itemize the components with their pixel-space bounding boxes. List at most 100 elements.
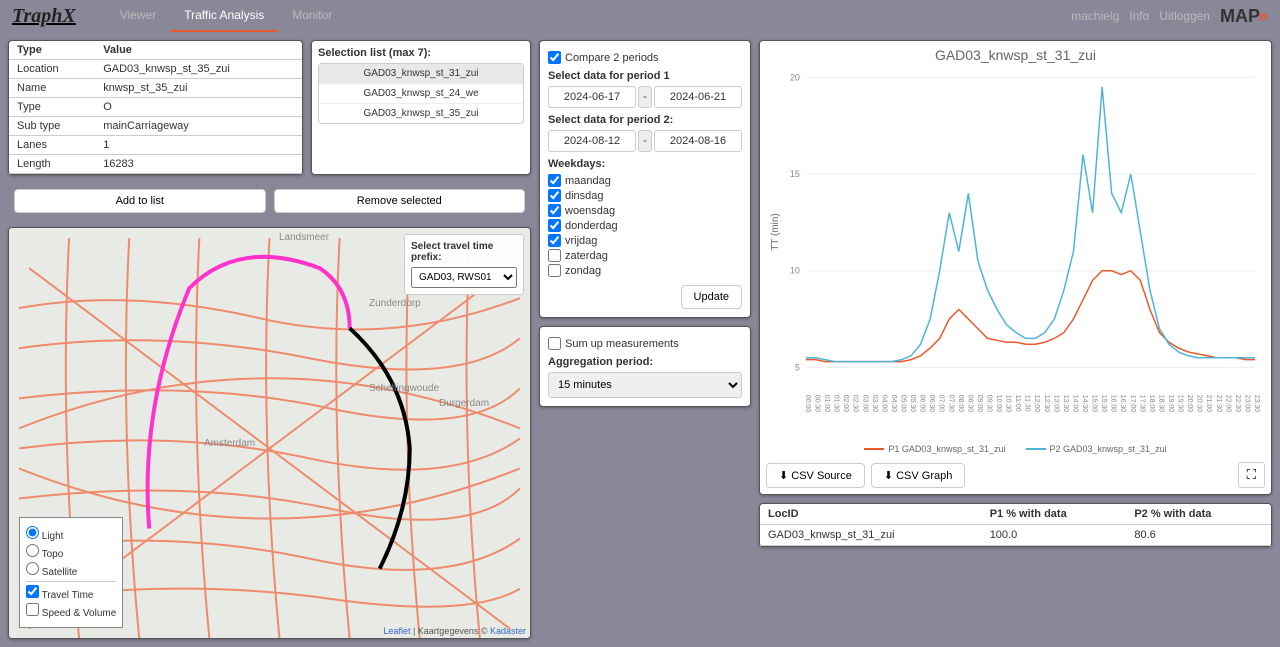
svg-text:05:00: 05:00 <box>899 395 906 413</box>
data-row: GAD03_knwsp_st_31_zui100.080.6 <box>760 525 1271 546</box>
period2-to[interactable]: 2024-08-16 <box>654 130 742 152</box>
svg-text:04:00: 04:00 <box>880 395 887 413</box>
svg-text:18:30: 18:30 <box>1157 395 1164 413</box>
svg-text:14:00: 14:00 <box>1071 395 1078 413</box>
svg-text:07:30: 07:30 <box>947 395 954 413</box>
overlay-speed-&-volume[interactable]: Speed & Volume <box>26 603 116 619</box>
weekday-donderdag[interactable]: donderdag <box>548 219 742 232</box>
svg-text:17:30: 17:30 <box>1138 395 1145 413</box>
selection-list: GAD03_knwsp_st_31_zuiGAD03_knwsp_st_24_w… <box>318 63 524 124</box>
layer-control: Light Topo Satellite Travel Time Speed &… <box>19 517 123 628</box>
sum-checkbox[interactable] <box>548 337 561 350</box>
svg-text:03:30: 03:30 <box>871 395 878 413</box>
selection-item[interactable]: GAD03_knwsp_st_24_we <box>319 84 523 104</box>
svg-text:22:00: 22:00 <box>1224 395 1231 413</box>
svg-text:16:00: 16:00 <box>1110 395 1117 413</box>
svg-text:08:00: 08:00 <box>957 395 964 413</box>
svg-text:00:00: 00:00 <box>804 395 811 413</box>
selection-item[interactable]: GAD03_knwsp_st_35_zui <box>319 104 523 123</box>
main-nav: ViewerTraffic AnalysisMonitor <box>106 0 347 32</box>
svg-text:06:30: 06:30 <box>928 395 935 413</box>
remove-selected-button[interactable]: Remove selected <box>274 189 526 213</box>
svg-text:16:30: 16:30 <box>1119 395 1126 413</box>
period2-from[interactable]: 2024-08-12 <box>548 130 636 152</box>
header-right: machielg Info Uitloggen MAP» <box>1071 6 1268 27</box>
data-table-panel: LocIDP1 % with dataP2 % with dataGAD03_k… <box>759 503 1272 547</box>
info-link[interactable]: Info <box>1129 9 1149 23</box>
svg-text:12:00: 12:00 <box>1033 395 1040 413</box>
compare-checkbox-row[interactable]: Compare 2 periods <box>548 51 742 64</box>
weekday-zondag[interactable]: zondag <box>548 264 742 277</box>
prefix-label: Select travel time prefix: <box>411 241 517 263</box>
base-layer-topo[interactable]: Topo <box>26 544 116 560</box>
svg-text:19:30: 19:30 <box>1177 395 1184 413</box>
compare-checkbox[interactable] <box>548 51 561 64</box>
agg-period-label: Aggregation period: <box>548 356 742 368</box>
chart-legend: P1 GAD03_knwsp_st_31_zui P2 GAD03_knwsp_s… <box>766 444 1265 454</box>
svg-text:00:30: 00:30 <box>813 395 820 413</box>
svg-text:21:30: 21:30 <box>1215 395 1222 413</box>
update-button[interactable]: Update <box>681 285 742 309</box>
svg-text:12:30: 12:30 <box>1043 395 1050 413</box>
svg-text:18:00: 18:00 <box>1148 395 1155 413</box>
fullscreen-button[interactable]: ⛶ <box>1238 462 1265 488</box>
chart-title: GAD03_knwsp_st_31_zui <box>766 47 1265 63</box>
weekday-vrijdag[interactable]: vrijdag <box>548 234 742 247</box>
svg-text:5: 5 <box>795 362 800 372</box>
selection-panel: Selection list (max 7): GAD03_knwsp_st_3… <box>311 40 531 175</box>
svg-text:07:00: 07:00 <box>938 395 945 413</box>
svg-text:14:30: 14:30 <box>1081 395 1088 413</box>
user-name[interactable]: machielg <box>1071 9 1119 23</box>
compare-panel: Compare 2 periods Select data for period… <box>539 40 751 318</box>
map-panel[interactable]: Landsmeer Zunderdorp Schellingwoude Durg… <box>8 227 531 639</box>
selection-label: Selection list (max 7): <box>318 47 524 59</box>
info-row: Length16283 <box>9 155 302 174</box>
logout-link[interactable]: Uitloggen <box>1159 9 1210 23</box>
svg-text:03:00: 03:00 <box>861 395 868 413</box>
brand-logo: MAP» <box>1220 6 1268 27</box>
info-row: TypeO <box>9 98 302 117</box>
weekday-dinsdag[interactable]: dinsdag <box>548 189 742 202</box>
nav-traffic-analysis[interactable]: Traffic Analysis <box>170 0 278 32</box>
aggregation-panel: Sum up measurements Aggregation period: … <box>539 326 751 407</box>
period1-to[interactable]: 2024-06-21 <box>654 86 742 108</box>
prefix-select[interactable]: GAD03, RWS01 <box>411 267 517 288</box>
selection-item[interactable]: GAD03_knwsp_st_31_zui <box>319 64 523 84</box>
nav-monitor[interactable]: Monitor <box>278 0 346 32</box>
svg-text:09:00: 09:00 <box>976 395 983 413</box>
info-row: Sub typemainCarriageway <box>9 117 302 136</box>
weekday-woensdag[interactable]: woensdag <box>548 204 742 217</box>
weekday-maandag[interactable]: maandag <box>548 174 742 187</box>
svg-text:11:30: 11:30 <box>1024 395 1031 412</box>
svg-text:01:00: 01:00 <box>823 395 830 413</box>
base-layer-satellite[interactable]: Satellite <box>26 562 116 578</box>
base-layer-light[interactable]: Light <box>26 526 116 542</box>
info-row: LocationGAD03_knwsp_st_35_zui <box>9 60 302 79</box>
weekday-zaterdag[interactable]: zaterdag <box>548 249 742 262</box>
overlay-travel-time[interactable]: Travel Time <box>26 585 116 601</box>
info-row: Nameknwsp_st_35_zui <box>9 79 302 98</box>
svg-text:19:00: 19:00 <box>1167 395 1174 413</box>
nav-viewer[interactable]: Viewer <box>106 0 170 32</box>
leaflet-link[interactable]: Leaflet <box>383 626 410 636</box>
period1-label: Select data for period 1 <box>548 70 742 82</box>
svg-text:15:00: 15:00 <box>1091 395 1098 413</box>
svg-text:21:00: 21:00 <box>1205 395 1212 413</box>
csv-source-button[interactable]: ⬇ CSV Source <box>766 463 865 488</box>
agg-period-select[interactable]: 15 minutes <box>548 372 742 398</box>
legend-item: P2 GAD03_knwsp_st_31_zui <box>1026 444 1167 454</box>
legend-item: P1 GAD03_knwsp_st_31_zui <box>864 444 1005 454</box>
svg-text:20:00: 20:00 <box>1186 395 1193 413</box>
svg-text:17:00: 17:00 <box>1129 395 1136 413</box>
svg-text:04:30: 04:30 <box>890 395 897 413</box>
add-to-list-button[interactable]: Add to list <box>14 189 266 213</box>
svg-text:02:00: 02:00 <box>842 395 849 413</box>
kadaster-link[interactable]: Kadaster <box>490 626 526 636</box>
period1-from[interactable]: 2024-06-17 <box>548 86 636 108</box>
svg-text:08:30: 08:30 <box>966 395 973 413</box>
header: TraphX ViewerTraffic AnalysisMonitor mac… <box>0 0 1280 32</box>
svg-text:23:00: 23:00 <box>1243 395 1250 413</box>
sum-checkbox-row[interactable]: Sum up measurements <box>548 337 742 350</box>
logo: TraphX <box>12 5 76 28</box>
csv-graph-button[interactable]: ⬇ CSV Graph <box>871 463 966 488</box>
